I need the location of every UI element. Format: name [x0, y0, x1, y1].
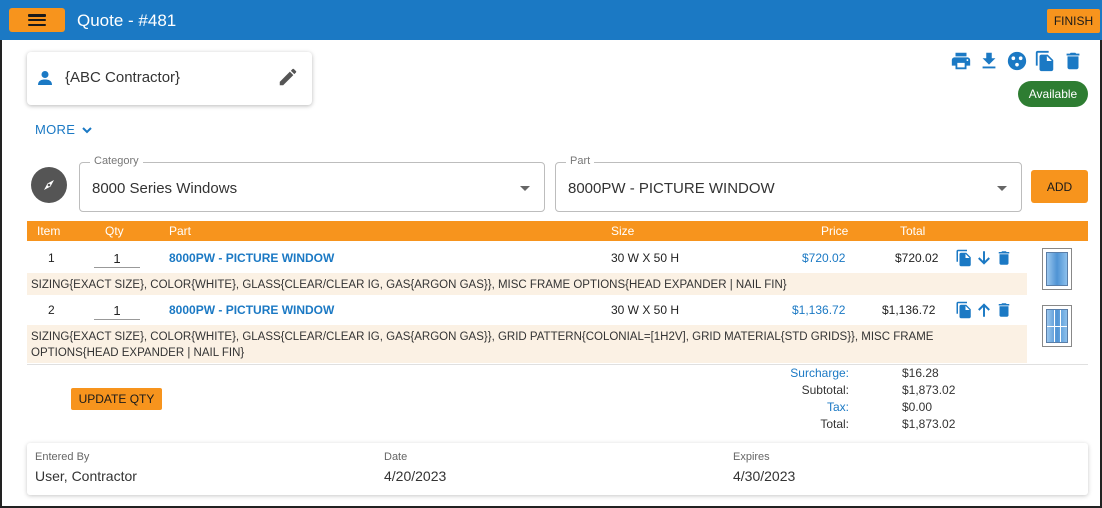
compass-button[interactable]: [31, 167, 67, 203]
col-price: Price: [821, 224, 849, 238]
row-item-number: 1: [48, 251, 55, 265]
copy-icon[interactable]: [1034, 50, 1056, 72]
surcharge-label: Surcharge:: [790, 366, 849, 380]
contractor-name: {ABC Contractor}: [65, 69, 181, 86]
part-value: 8000PW - PICTURE WINDOW: [568, 180, 775, 197]
col-qty: Qty: [105, 224, 124, 238]
chevron-down-icon: [82, 126, 92, 133]
row-total: $720.02: [895, 251, 939, 265]
price-link[interactable]: $720.02: [802, 251, 845, 265]
copy-icon[interactable]: [955, 301, 973, 319]
table-row: 1 1 8000PW - PICTURE WINDOW 30 W X 50 H …: [27, 248, 1088, 272]
date-label: Date: [384, 451, 408, 463]
entered-by-value: User, Contractor: [35, 468, 137, 484]
dropdown-arrow-icon: [520, 186, 530, 191]
edit-icon[interactable]: [277, 66, 299, 88]
expires-value: 4/30/2023: [733, 468, 796, 484]
add-button[interactable]: ADD: [1031, 170, 1088, 203]
arrow-down-icon[interactable]: [975, 249, 993, 267]
table-header: Item Qty Part Size Price Total: [27, 221, 1088, 241]
status-badge: Available: [1018, 81, 1088, 107]
total-value: $1,873.02: [902, 417, 956, 431]
col-part: Part: [169, 224, 192, 238]
part-link[interactable]: 8000PW - PICTURE WINDOW: [169, 303, 334, 317]
page-title: Quote - #481: [77, 11, 177, 30]
arrow-up-icon[interactable]: [975, 301, 993, 319]
entered-by-label: Entered By: [35, 451, 90, 463]
copy-icon[interactable]: [955, 249, 973, 267]
table-row: 2 1 8000PW - PICTURE WINDOW 30 W X 50 H …: [27, 300, 1088, 324]
part-link[interactable]: 8000PW - PICTURE WINDOW: [169, 251, 334, 265]
row-size: 30 W X 50 H: [611, 251, 680, 265]
window-thumbnail: [1042, 305, 1072, 347]
tax-value: $0.00: [902, 400, 933, 414]
col-item: Item: [37, 224, 61, 238]
category-select[interactable]: Category 8000 Series Windows: [79, 155, 545, 212]
download-icon[interactable]: [978, 50, 1000, 72]
picture-window-image: [1046, 252, 1068, 286]
row-size: 30 W X 50 H: [611, 303, 680, 317]
compass-icon: [44, 180, 54, 190]
dropdown-arrow-icon: [997, 186, 1007, 191]
row-description: SIZING{EXACT SIZE}, COLOR{WHITE}, GLASS{…: [27, 273, 1027, 295]
quote-info-card: Entered By User, Contractor Date 4/20/20…: [27, 443, 1088, 495]
window-thumbnail: [1042, 248, 1072, 290]
update-qty-button[interactable]: UPDATE QTY: [71, 388, 162, 410]
expires-label: Expires: [733, 451, 770, 463]
category-value: 8000 Series Windows: [92, 180, 238, 197]
total-label: Total:: [820, 417, 849, 431]
menu-button[interactable]: [9, 8, 65, 32]
more-label: MORE: [35, 122, 76, 137]
palette-icon[interactable]: [1006, 50, 1028, 72]
price-link[interactable]: $1,136.72: [792, 303, 845, 317]
qty-input[interactable]: 1: [94, 248, 140, 268]
row-description: SIZING{EXACT SIZE}, COLOR{WHITE}, GLASS{…: [27, 325, 1027, 363]
delete-icon[interactable]: [995, 249, 1013, 267]
contractor-card: {ABC Contractor}: [27, 52, 312, 105]
subtotal-value: $1,873.02: [902, 383, 956, 397]
qty-input[interactable]: 1: [94, 300, 140, 320]
grid-window-image: [1046, 309, 1068, 343]
col-size: Size: [611, 224, 635, 238]
hamburger-icon: [28, 14, 46, 26]
col-total: Total: [900, 224, 926, 238]
category-label: Category: [90, 155, 143, 167]
more-toggle[interactable]: MORE: [35, 122, 93, 137]
finish-button[interactable]: FINISH: [1047, 9, 1100, 33]
subtotal-label: Subtotal:: [801, 383, 849, 397]
quote-actions-toolbar: [950, 50, 1090, 72]
row-item-number: 2: [48, 303, 55, 317]
tax-label: Tax:: [826, 400, 849, 414]
delete-icon[interactable]: [1062, 50, 1084, 72]
print-icon[interactable]: [950, 50, 972, 72]
person-icon: [38, 71, 52, 85]
app-header: Quote - #481 FINISH: [0, 0, 1102, 40]
part-select[interactable]: Part 8000PW - PICTURE WINDOW: [555, 155, 1022, 212]
surcharge-value: $16.28: [902, 366, 939, 380]
divider: [27, 364, 1088, 365]
delete-icon[interactable]: [995, 301, 1013, 319]
part-label: Part: [566, 155, 595, 167]
date-value: 4/20/2023: [384, 468, 447, 484]
row-total: $1,136.72: [882, 303, 936, 317]
